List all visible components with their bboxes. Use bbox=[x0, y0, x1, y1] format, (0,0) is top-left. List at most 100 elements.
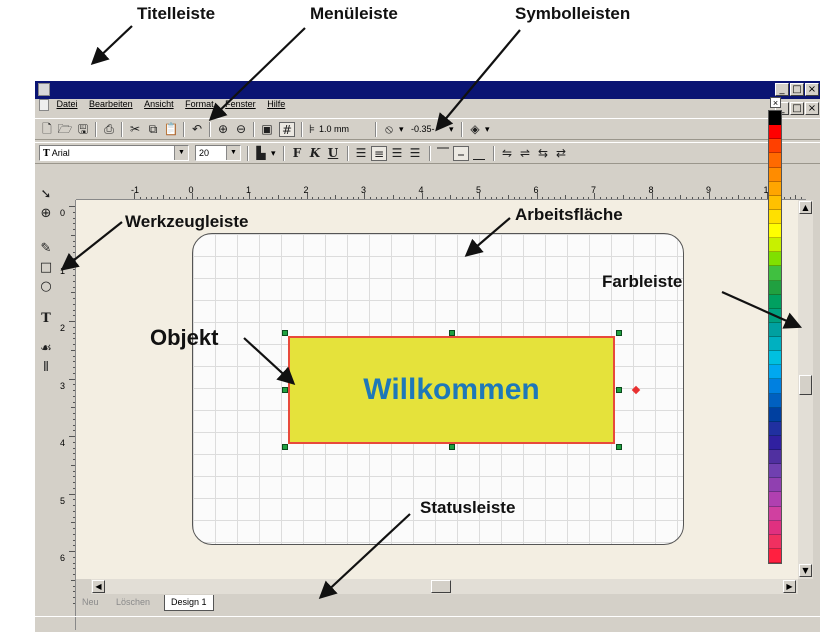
palette-color-swatch[interactable] bbox=[769, 195, 781, 210]
fill-color-dropdown[interactable]: ▾ bbox=[485, 124, 490, 135]
text-object[interactable]: Willkommen bbox=[288, 336, 615, 444]
palette-color-swatch[interactable] bbox=[769, 238, 781, 253]
menu-fenster[interactable]: Fenster bbox=[225, 99, 256, 109]
palette-color-swatch[interactable] bbox=[769, 111, 781, 126]
resize-handle-bottom-left[interactable] bbox=[282, 444, 288, 450]
text-direction-icon-1[interactable]: ⇋ bbox=[499, 146, 515, 161]
palette-color-swatch[interactable] bbox=[769, 167, 781, 182]
align-right-icon[interactable]: ☰ bbox=[389, 146, 405, 161]
palette-color-swatch[interactable] bbox=[769, 337, 781, 352]
scroll-up-button[interactable]: ▲ bbox=[799, 201, 812, 214]
maximize-button[interactable]: □ bbox=[790, 83, 804, 96]
fill-color-icon[interactable]: ◈ bbox=[467, 122, 483, 137]
text-tool-icon[interactable]: T bbox=[38, 311, 54, 327]
palette-color-swatch[interactable] bbox=[769, 534, 781, 549]
palette-color-swatch[interactable] bbox=[769, 421, 781, 436]
line-width-dropdown[interactable]: ▾ bbox=[449, 124, 454, 135]
resize-handle-top-left[interactable] bbox=[282, 330, 288, 336]
pencil-icon[interactable]: ✎ bbox=[38, 241, 54, 257]
palette-color-swatch[interactable] bbox=[769, 365, 781, 380]
text-color-icon[interactable]: ▙ bbox=[253, 146, 269, 161]
barcode-tool-icon[interactable]: ⦀ bbox=[38, 360, 54, 376]
bold-button[interactable]: F bbox=[289, 146, 305, 161]
copy-icon[interactable]: ⧉ bbox=[145, 122, 161, 137]
vertical-scroll-thumb[interactable] bbox=[799, 375, 812, 395]
font-name-dropdown-icon[interactable]: ▼ bbox=[174, 146, 188, 160]
underline-button[interactable]: U bbox=[325, 146, 341, 161]
resize-handle-bottom-right[interactable] bbox=[616, 444, 622, 450]
palette-color-swatch[interactable] bbox=[769, 464, 781, 479]
rectangle-tool-icon[interactable]: □ bbox=[38, 260, 54, 276]
title-bar[interactable]: _ □ × bbox=[35, 81, 820, 99]
select-arrow-icon[interactable]: ➘ bbox=[38, 187, 54, 203]
palette-color-swatch[interactable] bbox=[769, 393, 781, 408]
palette-color-swatch[interactable] bbox=[769, 266, 781, 281]
scroll-right-button[interactable]: ▶ bbox=[783, 580, 796, 593]
palette-color-swatch[interactable] bbox=[769, 407, 781, 422]
image-tool-icon[interactable]: ☙ bbox=[38, 341, 54, 357]
line-color-icon[interactable]: ⦸ bbox=[381, 122, 397, 137]
line-color-dropdown[interactable]: ▾ bbox=[399, 124, 404, 135]
tab-design-1[interactable]: Design 1 bbox=[164, 595, 214, 611]
close-button[interactable]: × bbox=[805, 83, 819, 96]
font-size-combo[interactable]: 20 ▼ bbox=[195, 145, 241, 161]
palette-color-swatch[interactable] bbox=[769, 153, 781, 168]
print-icon[interactable]: ⎙ bbox=[101, 122, 117, 137]
cut-icon[interactable]: ✂ bbox=[127, 122, 143, 137]
doc-close-button[interactable]: × bbox=[805, 102, 819, 115]
resize-handle-top-right[interactable] bbox=[616, 330, 622, 336]
palette-color-swatch[interactable] bbox=[769, 506, 781, 521]
valign-top-icon[interactable]: ⎺ bbox=[435, 146, 451, 161]
workspace[interactable]: Willkommen bbox=[76, 200, 798, 579]
new-icon[interactable]: 🗋 bbox=[39, 122, 55, 137]
text-direction-icon-3[interactable]: ⇆ bbox=[535, 146, 551, 161]
horizontal-scrollbar[interactable]: ◀ ▶ bbox=[91, 579, 798, 594]
grid-spacing-value[interactable]: 1.0 mm bbox=[319, 124, 349, 134]
palette-color-swatch[interactable] bbox=[769, 548, 781, 563]
palette-color-swatch[interactable] bbox=[769, 125, 781, 140]
align-center-icon[interactable]: ≡ bbox=[371, 146, 387, 161]
palette-color-swatch[interactable] bbox=[769, 224, 781, 239]
zoom-in-icon[interactable]: ⊕ bbox=[215, 122, 231, 137]
palette-color-swatch[interactable] bbox=[769, 181, 781, 196]
palette-color-swatch[interactable] bbox=[769, 450, 781, 465]
resize-handle-right[interactable] bbox=[616, 387, 622, 393]
paste-icon[interactable]: 📋 bbox=[163, 122, 179, 137]
undo-icon[interactable]: ↶ bbox=[189, 122, 205, 137]
ellipse-tool-icon[interactable]: ○ bbox=[38, 279, 54, 295]
line-width-value[interactable]: -0.35- bbox=[411, 124, 435, 134]
open-icon[interactable]: 🗁 bbox=[57, 122, 73, 137]
tab-loeschen[interactable]: Löschen bbox=[110, 595, 156, 610]
palette-color-swatch[interactable] bbox=[769, 294, 781, 309]
font-size-dropdown-icon[interactable]: ▼ bbox=[226, 146, 240, 160]
app-icon[interactable] bbox=[38, 83, 50, 96]
italic-button[interactable]: K bbox=[307, 146, 323, 161]
scroll-left-button[interactable]: ◀ bbox=[92, 580, 105, 593]
text-color-dropdown[interactable]: ▾ bbox=[271, 148, 276, 159]
resize-handle-left[interactable] bbox=[282, 387, 288, 393]
grid-icon[interactable]: # bbox=[279, 122, 295, 137]
doc-maximize-button[interactable]: □ bbox=[790, 102, 804, 115]
palette-color-swatch[interactable] bbox=[769, 379, 781, 394]
zoom-out-icon[interactable]: ⊖ bbox=[233, 122, 249, 137]
page-icon[interactable]: ▣ bbox=[259, 122, 275, 137]
palette-color-swatch[interactable] bbox=[769, 478, 781, 493]
text-direction-icon-4[interactable]: ⇄ bbox=[553, 146, 569, 161]
palette-color-swatch[interactable] bbox=[769, 252, 781, 267]
menu-format[interactable]: Format bbox=[185, 99, 214, 109]
menu-hilfe[interactable]: Hilfe bbox=[267, 99, 285, 109]
resize-handle-top[interactable] bbox=[449, 330, 455, 336]
palette-color-swatch[interactable] bbox=[769, 308, 781, 323]
object-text[interactable]: Willkommen bbox=[290, 338, 613, 442]
align-justify-icon[interactable]: ☰ bbox=[407, 146, 423, 161]
font-name-combo[interactable]: T Arial ▼ bbox=[39, 145, 189, 161]
resize-handle-bottom[interactable] bbox=[449, 444, 455, 450]
palette-color-swatch[interactable] bbox=[769, 520, 781, 535]
palette-color-swatch[interactable] bbox=[769, 322, 781, 337]
vertical-scrollbar[interactable]: ▲ ▼ bbox=[798, 200, 813, 579]
align-left-icon[interactable]: ☰ bbox=[353, 146, 369, 161]
palette-color-swatch[interactable] bbox=[769, 351, 781, 366]
palette-color-swatch[interactable] bbox=[769, 280, 781, 295]
menu-ansicht[interactable]: Ansicht bbox=[144, 99, 174, 109]
zoom-tool-icon[interactable]: ⊕ bbox=[38, 206, 54, 222]
